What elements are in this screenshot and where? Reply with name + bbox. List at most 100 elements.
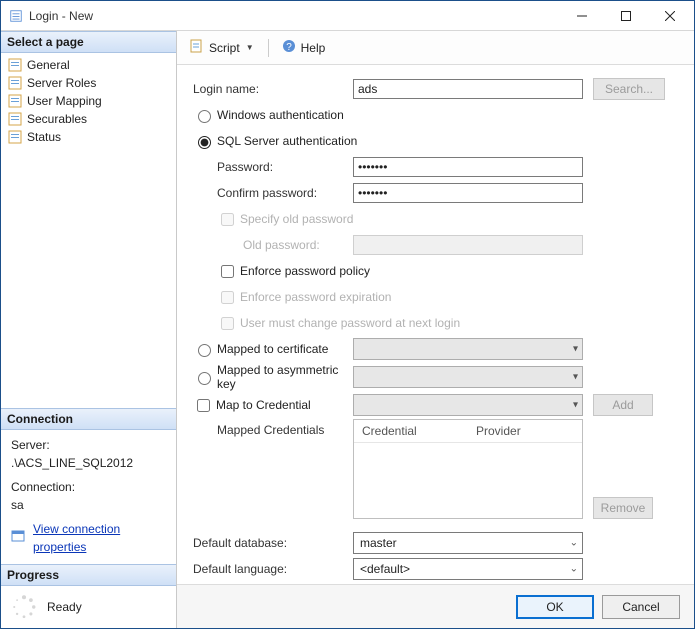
- script-label: Script: [209, 41, 240, 55]
- script-button[interactable]: Script ▼: [185, 36, 260, 59]
- must-change-label: User must change password at next login: [240, 316, 460, 330]
- script-icon: [189, 38, 205, 57]
- windows-auth-radio[interactable]: Windows authentication: [193, 107, 344, 123]
- mapped-asym-radio[interactable]: Mapped to asymmetric key: [193, 363, 353, 391]
- connection-panel: Server: .\ACS_LINE_SQL2012 Connection: s…: [1, 430, 176, 564]
- enforce-policy-label: Enforce password policy: [240, 264, 370, 278]
- chevron-down-icon: ⌄: [570, 538, 578, 549]
- sidebar-item-general[interactable]: General: [1, 56, 176, 74]
- sidebar-item-server-roles[interactable]: Server Roles: [1, 74, 176, 92]
- map-credential-check[interactable]: Map to Credential: [193, 396, 353, 415]
- connection-label: Connection:: [11, 478, 168, 496]
- progress-heading: Progress: [1, 564, 176, 586]
- remove-button: Remove: [593, 497, 653, 519]
- grid-col-credential: Credential: [354, 420, 468, 442]
- mapped-credentials-grid[interactable]: Credential Provider: [353, 419, 583, 519]
- search-button[interactable]: Search...: [593, 78, 665, 100]
- mapped-cert-label: Mapped to certificate: [217, 342, 328, 356]
- minimize-button[interactable]: [560, 1, 604, 30]
- map-credential-input[interactable]: [197, 399, 210, 412]
- must-change-check: User must change password at next login: [217, 314, 460, 333]
- enforce-expiration-check: Enforce password expiration: [217, 288, 391, 307]
- chevron-down-icon[interactable]: ▼: [244, 43, 256, 52]
- maximize-button[interactable]: [604, 1, 648, 30]
- login-dialog: Login - New Select a page General Server…: [0, 0, 695, 629]
- help-label: Help: [301, 41, 326, 55]
- spinner-icon: [11, 594, 37, 620]
- windows-auth-radio-input[interactable]: [198, 110, 211, 123]
- close-button[interactable]: [648, 1, 692, 30]
- page-icon: [7, 129, 23, 145]
- connection-value: sa: [11, 496, 168, 514]
- view-connection-properties-link[interactable]: View connection properties: [33, 520, 168, 556]
- dialog-footer: OK Cancel: [177, 584, 694, 628]
- confirm-password-label: Confirm password:: [217, 186, 353, 200]
- sidebar-label: General: [27, 58, 70, 72]
- confirm-password-input[interactable]: [353, 183, 583, 203]
- app-icon: [9, 9, 23, 23]
- default-lang-value: <default>: [360, 562, 410, 576]
- login-name-input[interactable]: [353, 79, 583, 99]
- sql-auth-radio[interactable]: SQL Server authentication: [193, 133, 357, 149]
- chevron-down-icon: ⌄: [570, 564, 578, 575]
- cancel-button[interactable]: Cancel: [602, 595, 680, 619]
- specify-old-password-check: Specify old password: [217, 210, 353, 229]
- page-icon: [7, 111, 23, 127]
- page-icon: [7, 57, 23, 73]
- enforce-expiration-label: Enforce password expiration: [240, 290, 391, 304]
- page-icon: [7, 75, 23, 91]
- login-name-label: Login name:: [193, 82, 353, 96]
- default-database-dropdown[interactable]: master ⌄: [353, 532, 583, 554]
- default-db-label: Default database:: [193, 536, 353, 550]
- enforce-policy-input[interactable]: [221, 265, 234, 278]
- window-title: Login - New: [29, 9, 560, 23]
- sidebar-label: Securables: [27, 112, 87, 126]
- sidebar-label: User Mapping: [27, 94, 102, 108]
- properties-icon: [11, 529, 27, 548]
- mapped-cert-radio[interactable]: Mapped to certificate: [193, 341, 353, 357]
- help-button[interactable]: ? Help: [277, 36, 330, 59]
- titlebar[interactable]: Login - New: [1, 1, 694, 31]
- old-password-label: Old password:: [243, 238, 353, 252]
- password-label: Password:: [217, 160, 353, 174]
- default-db-value: master: [360, 536, 397, 550]
- windows-auth-label: Windows authentication: [217, 108, 344, 122]
- page-icon: [7, 93, 23, 109]
- grid-col-provider: Provider: [468, 420, 582, 442]
- password-input[interactable]: [353, 157, 583, 177]
- progress-panel: Ready: [1, 586, 176, 628]
- toolbar-separator: [268, 39, 269, 57]
- default-language-dropdown[interactable]: <default> ⌄: [353, 558, 583, 580]
- form-area: Login name: Search... Windows authentica…: [177, 65, 694, 584]
- mapped-cert-radio-input[interactable]: [198, 344, 211, 357]
- sidebar-item-user-mapping[interactable]: User Mapping: [1, 92, 176, 110]
- help-icon: ?: [281, 38, 297, 57]
- svg-text:?: ?: [286, 42, 292, 53]
- mapped-credentials-label: Mapped Credentials: [193, 419, 353, 437]
- asymmetric-key-dropdown: ▾: [353, 366, 583, 388]
- page-list: General Server Roles User Mapping Secura…: [1, 53, 176, 152]
- enforce-policy-check[interactable]: Enforce password policy: [217, 262, 370, 281]
- select-page-heading: Select a page: [1, 31, 176, 53]
- sidebar-label: Status: [27, 130, 61, 144]
- sidebar-label: Server Roles: [27, 76, 96, 90]
- sidebar-item-securables[interactable]: Securables: [1, 110, 176, 128]
- specify-old-password-label: Specify old password: [240, 212, 353, 226]
- specify-old-password-input: [221, 213, 234, 226]
- certificate-dropdown: ▾: [353, 338, 583, 360]
- add-button: Add: [593, 394, 653, 416]
- left-panel: Select a page General Server Roles User …: [1, 31, 177, 628]
- mapped-asym-radio-input[interactable]: [198, 372, 211, 385]
- connection-heading: Connection: [1, 408, 176, 430]
- sidebar-item-status[interactable]: Status: [1, 128, 176, 146]
- ok-button[interactable]: OK: [516, 595, 594, 619]
- progress-status: Ready: [47, 600, 82, 614]
- mapped-asym-label: Mapped to asymmetric key: [217, 363, 353, 391]
- credential-dropdown: ▾: [353, 394, 583, 416]
- must-change-input: [221, 317, 234, 330]
- toolbar: Script ▼ ? Help: [177, 31, 694, 65]
- right-panel: Script ▼ ? Help Login name: Search...: [177, 31, 694, 628]
- sql-auth-radio-input[interactable]: [198, 136, 211, 149]
- default-lang-label: Default language:: [193, 562, 353, 576]
- sql-auth-label: SQL Server authentication: [217, 134, 357, 148]
